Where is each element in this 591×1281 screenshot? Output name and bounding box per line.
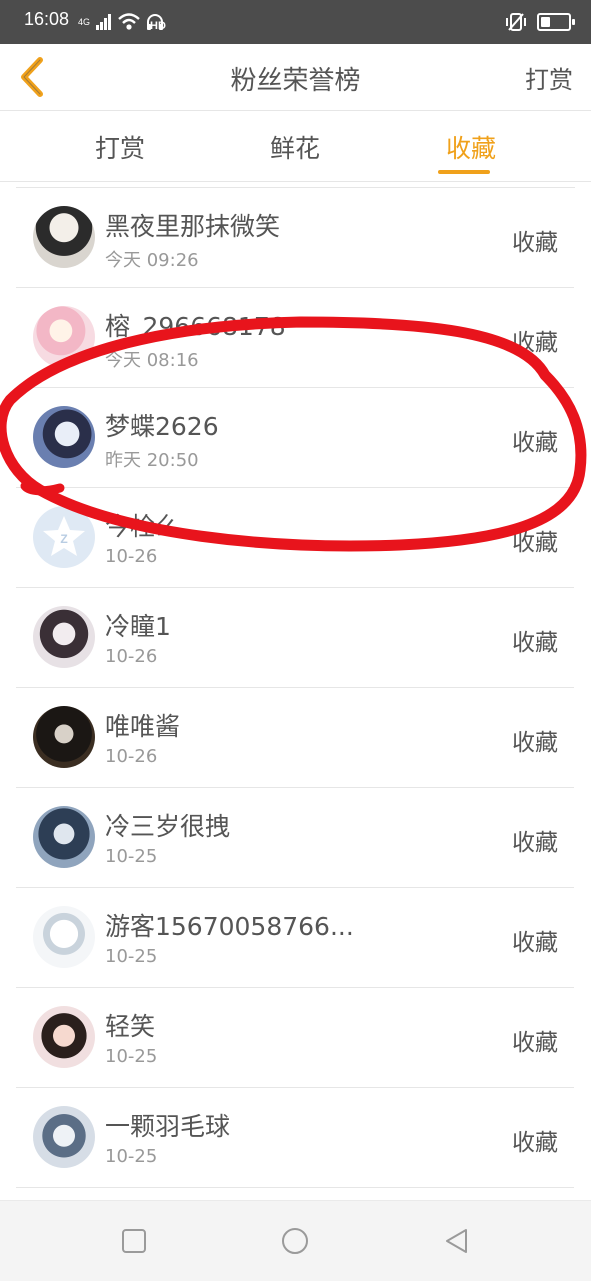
favorite-label: 收藏 (512, 230, 558, 256)
status-right (505, 12, 575, 32)
status-bar: 16:08 4G HD (0, 0, 591, 44)
timestamp: 10-25 (105, 1146, 158, 1167)
avatar (33, 1006, 95, 1068)
favorite-label: 收藏 (512, 430, 558, 456)
user-name: 梦蝶2626 (105, 412, 219, 441)
list-item[interactable]: 唯唯酱 10-26 收藏 (16, 687, 574, 788)
user-name: 唯唯酱 (105, 712, 181, 741)
timestamp: 今天 08:16 (105, 350, 199, 371)
avatar (33, 206, 95, 268)
system-nav-bar (0, 1200, 591, 1281)
list-item[interactable]: 游客15670058766... 10-25 收藏 (16, 887, 574, 988)
timestamp: 10-26 (105, 546, 158, 567)
list-item[interactable]: 榕_296668178 今天 08:16 收藏 (16, 287, 574, 388)
list-item[interactable]: 黑夜里那抹微笑 今天 09:26 收藏 (16, 187, 574, 288)
user-name: 榕_296668178 (105, 312, 286, 341)
timestamp: 今天 09:26 (105, 250, 199, 271)
avatar (33, 906, 95, 968)
list-item[interactable]: 一颗羽毛球 10-25 收藏 (16, 1087, 574, 1188)
square-icon[interactable] (120, 1227, 148, 1255)
avatar (33, 1106, 95, 1168)
user-name: 冷三岁很拽 (105, 812, 231, 841)
user-name: 游客15670058766... (105, 912, 354, 941)
reward-button[interactable]: 打赏 (525, 60, 573, 95)
battery-level (541, 17, 551, 27)
favorite-label: 收藏 (512, 330, 558, 356)
avatar (33, 406, 95, 468)
favorite-label: 收藏 (512, 1130, 558, 1156)
signal-icon (96, 14, 111, 30)
active-tab-indicator (438, 170, 490, 174)
list-item[interactable]: 轻笑 10-25 收藏 (16, 987, 574, 1088)
favorite-label: 收藏 (512, 530, 558, 556)
vibrate-icon (506, 13, 526, 31)
title-bar: 粉丝荣誉榜 打赏 (0, 44, 591, 111)
tab-reward[interactable]: 打赏 (60, 129, 180, 165)
timestamp: 10-25 (105, 846, 158, 867)
user-name: 黑夜里那抹微笑 (105, 212, 281, 241)
favorite-label: 收藏 (512, 830, 558, 856)
svg-text:Z: Z (60, 532, 67, 546)
hd-badge: HD (150, 20, 166, 32)
avatar: Z (33, 506, 95, 568)
avatar (33, 806, 95, 868)
tab-bar: 打赏 鲜花 收藏 (0, 111, 591, 182)
timestamp: 昨天 20:50 (105, 450, 199, 471)
user-name: 轻笑 (105, 1012, 156, 1041)
default-avatar-icon: Z (43, 516, 85, 556)
status-time: 16:08 (24, 9, 70, 29)
favorite-label: 收藏 (512, 730, 558, 756)
avatar (33, 706, 95, 768)
favorite-label: 收藏 (512, 630, 558, 656)
network-type: 4G (78, 16, 91, 27)
list-item[interactable]: 梦蝶2626 昨天 20:50 收藏 (16, 387, 574, 488)
list-item[interactable]: 冷三岁很拽 10-25 收藏 (16, 787, 574, 888)
avatar (33, 306, 95, 368)
wifi-icon (118, 13, 140, 30)
avatar (33, 606, 95, 668)
triangle-left-icon[interactable] (442, 1227, 470, 1255)
tab-favorites-label: 收藏 (445, 134, 496, 163)
list-item[interactable]: 冷瞳1 10-26 收藏 (16, 587, 574, 688)
status-icons: 4G HD (78, 12, 166, 32)
favorite-label: 收藏 (512, 1030, 558, 1056)
tab-flowers[interactable]: 鲜花 (235, 129, 355, 165)
user-name: 一颗羽毛球 (105, 1112, 231, 1141)
user-name: 冷瞳1 (105, 612, 171, 641)
timestamp: 10-26 (105, 746, 158, 767)
tab-favorites[interactable]: 收藏 (411, 129, 531, 174)
favorite-label: 收藏 (512, 930, 558, 956)
battery-icon (537, 13, 575, 31)
circle-icon[interactable] (281, 1227, 309, 1255)
timestamp: 10-25 (105, 946, 158, 967)
list-item[interactable]: Z 今栓么 10-26 收藏 (16, 487, 574, 588)
user-name: 今栓么 (105, 512, 181, 541)
page-title: 粉丝荣誉榜 (230, 66, 361, 96)
timestamp: 10-26 (105, 646, 158, 667)
timestamp: 10-25 (105, 1046, 158, 1067)
